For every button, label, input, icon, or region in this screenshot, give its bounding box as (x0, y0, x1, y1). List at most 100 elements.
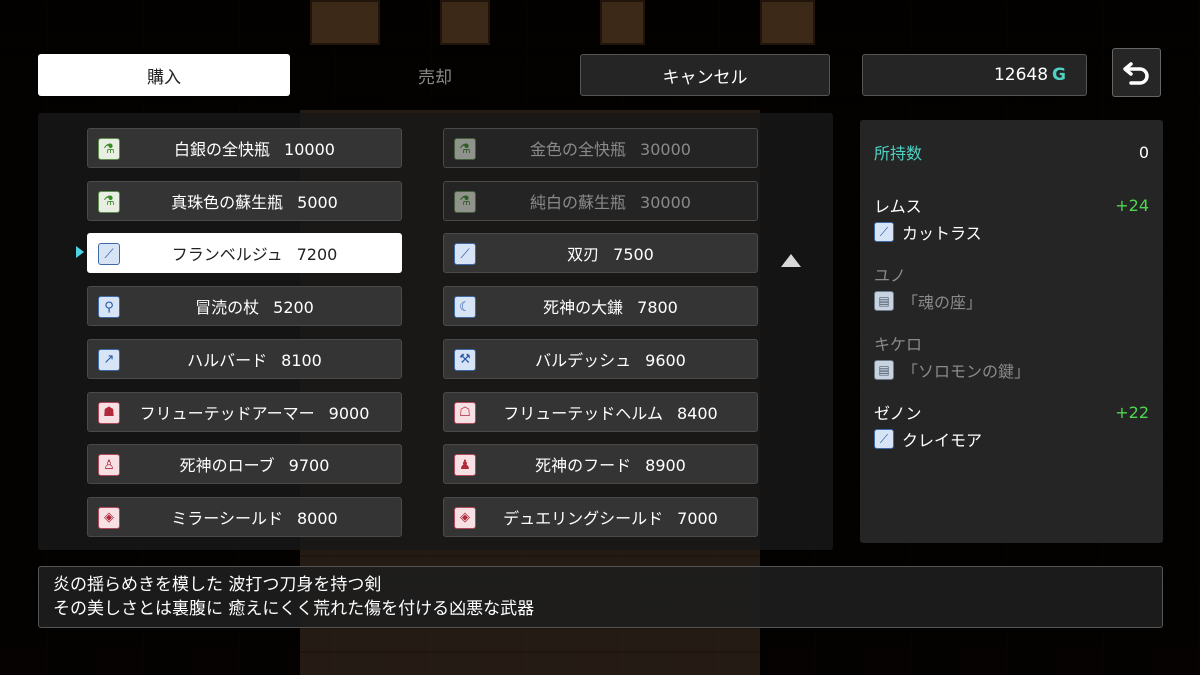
member-equipment: ▤ 「ソロモンの鍵」 (874, 358, 1030, 382)
stat-bonus: +24 (1115, 195, 1149, 215)
shop-item-label: バルデッシュ 9600 (444, 347, 757, 371)
shop-item-price: 7800 (637, 298, 678, 318)
crate-decor (760, 0, 815, 45)
potion-icon: ⚗ (454, 138, 476, 160)
shop-item[interactable]: ☾ 死神の大鎌 7800 (443, 286, 758, 327)
staff-icon: ⚲ (98, 296, 120, 319)
potion-icon: ⚗ (98, 138, 120, 160)
shop-item[interactable]: ⚗ 真珠色の蘇生瓶 5000 (87, 180, 402, 221)
shop-item-label: 死神のフード 8900 (444, 452, 757, 476)
scythe-icon: ☾ (454, 296, 476, 319)
shop-item-price: 10000 (284, 140, 335, 159)
member-name: ユノ (874, 266, 907, 285)
shop-item[interactable]: ⚲ 冒涜の杖 5200 (87, 286, 402, 327)
shop-item[interactable]: ☗ フリューテッドアーマー 9000 (87, 391, 402, 432)
shop-item-name: フリューテッドヘルム (503, 403, 663, 423)
shop-item-name: バルデッシュ (535, 350, 632, 370)
gold-unit: G (1052, 65, 1066, 85)
member-name: キケロ (874, 335, 923, 354)
info-panel: 所持数 0 レムス +24 ⟋ カットラス ユノ ▤ 「魂の座」 キケロ ▤ 「ソロモンの鍵」 ゼノ… (860, 120, 1163, 543)
shop-item-name: 真珠色の蘇生瓶 (171, 192, 284, 212)
back-button[interactable] (1112, 48, 1161, 97)
shop-item-name: ハルバード (187, 350, 268, 370)
shop-item-label: フリューテッドアーマー 9000 (88, 400, 401, 424)
shop-item-label: 死神のローブ 9700 (88, 452, 401, 476)
member-equipment: ⟋ カットラス (874, 220, 982, 244)
member-equipment: ▤ 「魂の座」 (874, 289, 982, 313)
shop-item-name: ミラーシールド (171, 508, 283, 528)
shop-item-label: 白銀の全快瓶 10000 (88, 136, 401, 160)
member-equipment: ⟋ クレイモア (874, 427, 982, 451)
shop-item-price: 30000 (640, 192, 691, 212)
sword-icon: ⟋ (874, 429, 894, 449)
shield-icon: ◈ (98, 506, 120, 529)
shop-item-price: 9700 (288, 456, 330, 476)
gold-display: 12648 G (862, 54, 1087, 96)
shop-item-name: 純白の蘇生瓶 (530, 192, 627, 212)
shop-item-label: ミラーシールド 8000 (88, 505, 401, 529)
shop-item[interactable]: ☖ フリューテッドヘルム 8400 (443, 391, 758, 432)
armor-icon: ☗ (98, 401, 120, 424)
stat-bonus: +22 (1115, 402, 1149, 422)
shop-item[interactable]: ⟋ 双刃 7500 (443, 233, 758, 274)
shop-item[interactable]: ♟ 死神のフード 8900 (443, 444, 758, 485)
shop-item[interactable]: ↗ ハルバード 8100 (87, 338, 402, 379)
shop-item[interactable]: ♙ 死神のローブ 9700 (87, 444, 402, 485)
helm-icon: ☖ (454, 401, 476, 424)
shop-item-label: デュエリングシールド 7000 (444, 505, 757, 529)
shop-item-label: フリューテッドヘルム 8400 (444, 400, 757, 424)
shop-item[interactable]: ◈ ミラーシールド 8000 (87, 496, 402, 537)
shop-item-name: デュエリングシールド (503, 508, 664, 528)
description-line-2: その美しさとは裏腹に 癒えにくく荒れた傷を付ける凶悪な武器 (53, 599, 535, 619)
item-description: 炎の揺らめきを模した 波打つ刀身を持つ剣 その美しさとは裏腹に 癒えにくく荒れた… (38, 566, 1163, 628)
spear-icon: ↗ (98, 348, 120, 371)
party-member: キケロ (874, 331, 1149, 355)
robe-icon: ♙ (98, 454, 120, 477)
shop-item-name: フランベルジュ (171, 245, 283, 265)
shop-item-name: 死神のローブ (179, 456, 275, 476)
shop-item[interactable]: ⚗ 純白の蘇生瓶 30000 (443, 180, 758, 221)
equipment-name: クレイモア (902, 431, 983, 450)
shop-item-label: ハルバード 8100 (88, 347, 401, 371)
equipment-name: 「魂の座」 (902, 293, 983, 312)
tab-sell[interactable]: 売却 (310, 54, 560, 96)
shop-item-label: フランベルジュ 7200 (88, 241, 401, 265)
axe-icon: ⚒ (454, 348, 476, 371)
shop-item-label: 真珠色の蘇生瓶 5000 (88, 189, 401, 213)
crate-decor (600, 0, 645, 45)
shield-icon: ◈ (454, 506, 476, 529)
party-member: レムス +24 (874, 193, 1149, 217)
shop-item-price: 9000 (328, 403, 370, 423)
shop-item-name: 冒涜の杖 (195, 298, 260, 318)
shop-item[interactable]: ⚗ 金色の全快瓶 30000 (443, 128, 758, 168)
shop-item-price: 8900 (645, 456, 686, 476)
gold-amount: 12648 (993, 65, 1049, 85)
party-member: ゼノン +22 (874, 400, 1149, 424)
sword-icon: ⟋ (874, 222, 894, 242)
member-name: ゼノン (874, 404, 922, 423)
book-icon: ▤ (874, 291, 894, 311)
shop-item-price: 5000 (297, 192, 338, 212)
undo-arrow-icon (1122, 61, 1149, 85)
shop-item[interactable]: ⚗ 白銀の全快瓶 10000 (87, 128, 402, 168)
shop-item-label: 純白の蘇生瓶 30000 (444, 189, 757, 213)
potion-icon: ⚗ (454, 190, 476, 213)
tab-buy[interactable]: 購入 (38, 54, 290, 96)
shop-item[interactable]: ⚒ バルデッシュ 9600 (443, 338, 758, 379)
shop-item-price: 7500 (613, 245, 654, 265)
shop-item[interactable]: ⟋ フランベルジュ 7200 (87, 233, 402, 274)
shop-item-name: 死神の大鎌 (543, 298, 624, 318)
item-list-panel (38, 113, 833, 550)
crate-decor (440, 0, 490, 45)
equipment-name: 「ソロモンの鍵」 (902, 362, 1031, 381)
cancel-button[interactable]: キャンセル (580, 54, 830, 96)
book-icon: ▤ (874, 360, 894, 380)
shop-item-price: 8100 (281, 350, 322, 370)
scroll-up-arrow-icon[interactable] (781, 254, 801, 267)
shop-item-price: 5200 (273, 298, 314, 318)
shop-item-label: 双刃 7500 (444, 241, 757, 265)
shop-item-price: 8000 (296, 508, 338, 528)
owned-label: 所持数 (874, 144, 923, 163)
shop-item[interactable]: ◈ デュエリングシールド 7000 (443, 496, 758, 537)
shop-item-name: 金色の全快瓶 (530, 140, 627, 159)
